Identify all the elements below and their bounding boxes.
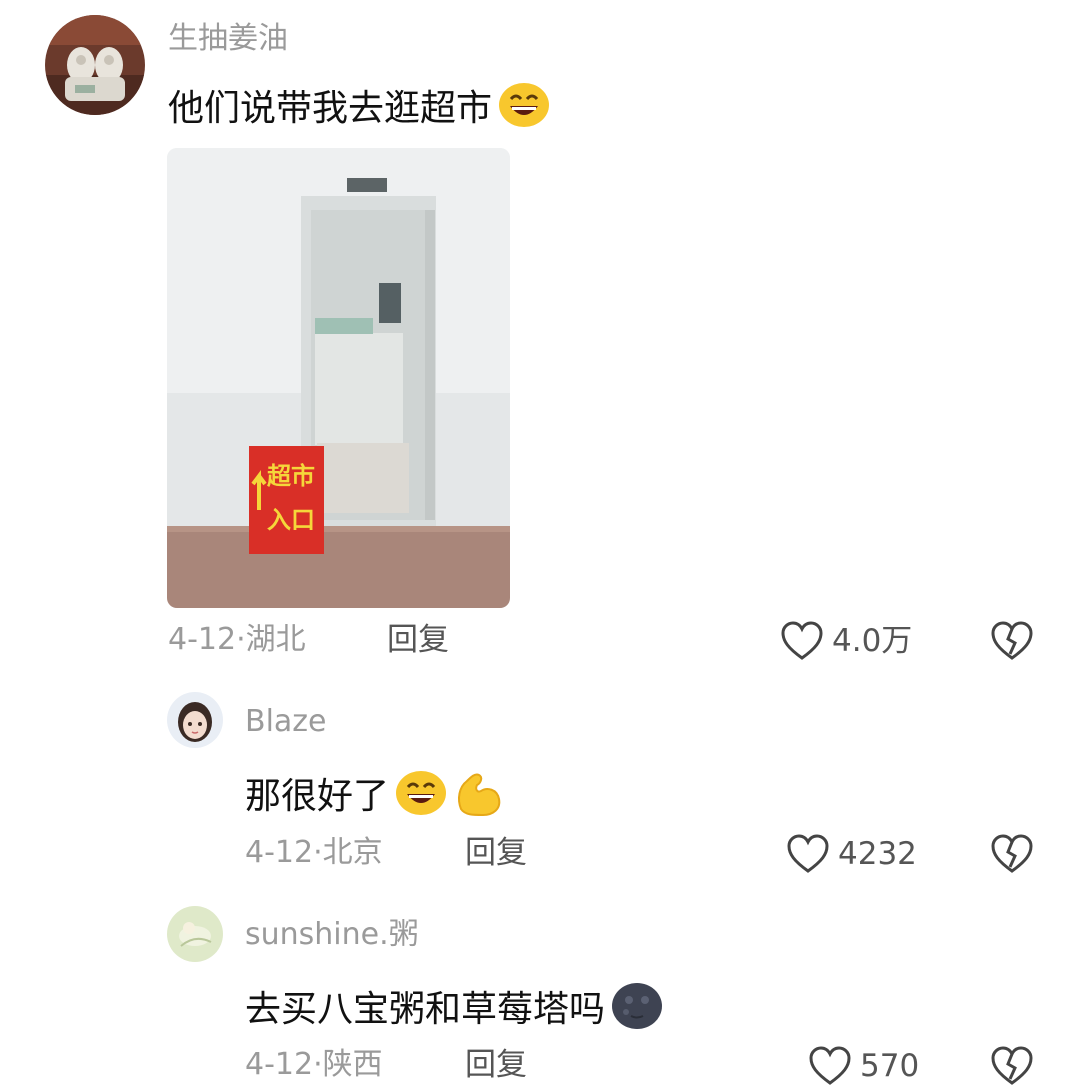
comment-date: 4-12 bbox=[245, 835, 314, 870]
comment-text: 去买八宝粥和草莓塔吗 bbox=[245, 988, 606, 1030]
broken-heart-icon bbox=[991, 621, 1033, 660]
broken-heart-icon bbox=[991, 1046, 1033, 1085]
dislike-button[interactable] bbox=[990, 1046, 1034, 1090]
avatar[interactable] bbox=[167, 906, 223, 962]
supermarket-entrance-photo bbox=[167, 148, 510, 608]
dislike-button[interactable] bbox=[990, 834, 1034, 878]
comment-date: 4-12 bbox=[245, 1047, 314, 1082]
avatar-image bbox=[167, 906, 223, 962]
username[interactable]: Blaze bbox=[245, 707, 327, 737]
sign-text-line-2: 入口 bbox=[267, 506, 315, 534]
reply-button[interactable]: 回复 bbox=[465, 838, 527, 869]
like-count: 4232 bbox=[838, 835, 917, 872]
meta-separator: · bbox=[313, 1047, 323, 1082]
comment-text-line: 那很好了 bbox=[245, 769, 505, 824]
comment-location: 湖北 bbox=[245, 622, 306, 657]
avatar-image bbox=[167, 692, 223, 748]
like-button[interactable]: 570 bbox=[808, 1046, 919, 1086]
comment-date: 4-12 bbox=[168, 622, 237, 657]
dislike-button[interactable] bbox=[990, 621, 1034, 665]
comment-location: 陕西 bbox=[322, 1047, 383, 1082]
broken-heart-icon bbox=[991, 834, 1033, 873]
comment-text: 那很好了 bbox=[245, 775, 390, 817]
avatar-image bbox=[45, 15, 145, 115]
meta-separator: · bbox=[313, 835, 323, 870]
heart-outline-icon bbox=[809, 1046, 851, 1085]
comment-meta: 4-12·陕西 bbox=[245, 1050, 383, 1080]
comment-text-line: 去买八宝粥和草莓塔吗 bbox=[245, 982, 663, 1037]
sign-text-line-1: 超市 bbox=[267, 462, 315, 490]
heart-outline-icon bbox=[787, 834, 829, 873]
heart-outline-icon bbox=[781, 621, 823, 660]
flexed-biceps-emoji bbox=[453, 769, 505, 824]
username[interactable]: sunshine.粥 bbox=[245, 920, 419, 950]
like-count: 4.0万 bbox=[832, 622, 913, 659]
comment-meta: 4-12·湖北 bbox=[168, 625, 306, 655]
like-count: 570 bbox=[860, 1047, 920, 1084]
avatar[interactable] bbox=[167, 692, 223, 748]
like-button[interactable]: 4232 bbox=[786, 834, 917, 874]
reply-button[interactable]: 回复 bbox=[465, 1050, 527, 1081]
comment-attached-image[interactable]: 超市 入口 bbox=[167, 148, 510, 608]
grinning-face-emoji bbox=[498, 82, 550, 135]
comment-text-line: 他们说带我去逛超市 bbox=[168, 82, 550, 135]
comment-meta: 4-12·北京 bbox=[245, 838, 383, 868]
avatar[interactable] bbox=[45, 15, 145, 115]
reply-button[interactable]: 回复 bbox=[387, 625, 449, 656]
comment-text: 他们说带我去逛超市 bbox=[168, 87, 493, 129]
grinning-face-emoji bbox=[395, 770, 447, 823]
like-button[interactable]: 4.0万 bbox=[780, 621, 912, 661]
new-moon-face-emoji bbox=[611, 982, 663, 1037]
comment-location: 北京 bbox=[322, 835, 383, 870]
meta-separator: · bbox=[236, 622, 246, 657]
username[interactable]: 生抽姜油 bbox=[168, 24, 288, 54]
